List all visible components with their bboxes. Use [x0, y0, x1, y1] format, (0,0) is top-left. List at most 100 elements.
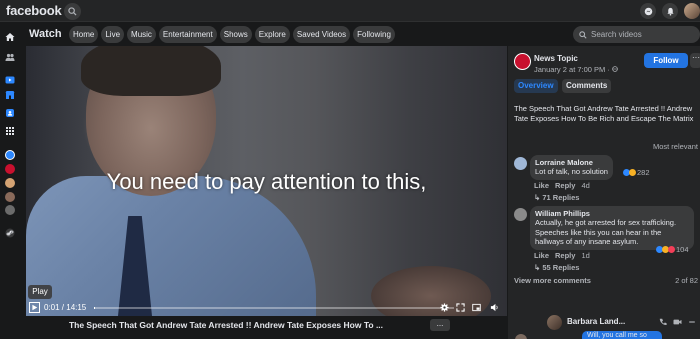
comment-actions: Like Reply 4d — [534, 181, 590, 190]
home-icon[interactable] — [5, 32, 15, 42]
friends-icon[interactable] — [5, 52, 15, 62]
chat-actions — [659, 318, 696, 326]
marketplace-icon[interactable] — [5, 90, 15, 100]
reaction-count: 282 — [637, 168, 650, 177]
chat-contact-name[interactable]: Barbara Land... — [567, 317, 625, 326]
groups-icon[interactable] — [5, 108, 15, 118]
commenter-avatar[interactable] — [514, 157, 527, 170]
post-date: January 2 at 7:00 PM · — [534, 65, 618, 74]
link-icon[interactable] — [5, 228, 15, 238]
comment-bubble: Lorraine Malone Lot of talk, no solution — [530, 155, 613, 180]
commenter-avatar[interactable] — [514, 208, 527, 221]
commenter-name[interactable]: Lorraine Malone — [535, 158, 608, 167]
video-title: The Speech That Got Andrew Tate Arrested… — [68, 320, 384, 330]
nav-saved-videos[interactable]: Saved Videos — [292, 26, 351, 43]
chat-window-header[interactable]: Barbara Land... Will, you call me so — [542, 312, 700, 339]
nav-following[interactable]: Following — [353, 26, 395, 43]
chat-bubble-avatar[interactable] — [515, 334, 527, 339]
view-more-comments-link[interactable]: View more comments — [514, 276, 591, 285]
picture-in-picture-icon[interactable] — [472, 303, 481, 312]
video-time: 0:01 / 14:15 — [44, 303, 87, 312]
play-tooltip: Play — [28, 285, 52, 299]
video-call-icon[interactable] — [673, 318, 682, 326]
commenter-name[interactable]: William Phillips — [535, 209, 689, 218]
search-icon — [68, 7, 77, 16]
angry-reaction-icon — [668, 246, 675, 253]
watch-icon[interactable] — [5, 75, 15, 85]
shortcut-avatar-1[interactable] — [5, 150, 15, 160]
video-details-panel: News Topic January 2 at 7:00 PM · Follow… — [508, 46, 700, 339]
comment-age: 1d — [581, 251, 590, 260]
replies-count: 71 Replies — [542, 193, 580, 202]
reaction-count: 104 — [676, 245, 689, 254]
comment-text: Lot of talk, no solution — [535, 167, 608, 176]
menu-grid-icon[interactable] — [5, 126, 15, 136]
phone-icon[interactable] — [659, 318, 667, 326]
replies-count: 55 Replies — [542, 263, 580, 272]
shortcut-avatar-3[interactable] — [5, 178, 15, 188]
search-videos-box[interactable] — [573, 26, 700, 43]
view-replies-link[interactable]: ↳ 71 Replies — [534, 193, 579, 202]
nav-explore[interactable]: Explore — [254, 26, 290, 43]
video-frame-shirt — [26, 176, 316, 316]
search-videos-input[interactable] — [591, 30, 691, 39]
view-replies-link[interactable]: ↳ 55 Replies — [534, 263, 579, 272]
left-rail — [0, 22, 20, 339]
chat-avatar[interactable] — [547, 315, 562, 330]
video-frame-hair — [81, 46, 221, 96]
reply-link[interactable]: Reply — [555, 251, 575, 260]
play-icon — [32, 304, 38, 311]
search-icon — [579, 30, 587, 39]
comments-count: 2 of 82 — [675, 276, 698, 285]
watch-nav: Home Live Music Entertainment Shows Expl… — [69, 26, 395, 43]
comment-sort-dropdown[interactable]: Most relevant — [653, 142, 698, 151]
chat-message-preview: Will, you call me so — [582, 331, 662, 339]
post-date-text: January 2 at 7:00 PM · — [534, 65, 612, 74]
notifications-button[interactable] — [662, 3, 678, 19]
top-bar: facebook — [0, 0, 700, 22]
minimize-icon[interactable] — [688, 318, 696, 326]
nav-music[interactable]: Music — [127, 26, 156, 43]
fullscreen-icon[interactable] — [456, 303, 465, 312]
video-description: The Speech That Got Andrew Tate Arrested… — [514, 104, 694, 123]
search-button[interactable] — [64, 3, 81, 20]
play-button[interactable] — [29, 302, 40, 313]
profile-avatar[interactable] — [684, 3, 700, 19]
nav-entertainment[interactable]: Entertainment — [158, 26, 217, 43]
nav-shows[interactable]: Shows — [219, 26, 252, 43]
comment-reactions[interactable]: 104 — [656, 245, 689, 254]
globe-icon — [612, 66, 618, 72]
comment-reactions[interactable]: 282 — [623, 168, 650, 177]
shortcut-avatar-5[interactable] — [5, 205, 15, 215]
page-avatar[interactable] — [514, 53, 531, 70]
comment-bubble: William Phillips Actually, he got arrest… — [530, 206, 694, 250]
shortcut-avatar-4[interactable] — [5, 192, 15, 202]
settings-icon[interactable] — [440, 303, 449, 312]
comment-text: Actually, he got arrested for sex traffi… — [535, 218, 677, 246]
facebook-logo[interactable]: facebook — [6, 3, 62, 18]
reply-link[interactable]: Reply — [555, 181, 575, 190]
follow-label: Follow — [653, 56, 679, 65]
page-name[interactable]: News Topic — [534, 54, 578, 63]
tab-overview[interactable]: Overview — [514, 79, 558, 93]
nav-live[interactable]: Live — [101, 26, 125, 43]
page-more-button[interactable]: ··· — [690, 53, 700, 68]
tab-comments[interactable]: Comments — [562, 79, 612, 93]
haha-reaction-icon — [629, 169, 636, 176]
comment-age: 4d — [581, 181, 590, 190]
volume-icon[interactable] — [490, 303, 499, 312]
messenger-icon — [644, 7, 652, 15]
follow-button[interactable]: Follow — [644, 53, 688, 68]
video-progress-bar[interactable] — [94, 307, 454, 309]
like-link[interactable]: Like — [534, 181, 549, 190]
watch-title: Watch — [29, 28, 62, 40]
video-player[interactable]: You need to pay attention to this, — [26, 46, 507, 316]
shortcut-avatar-2[interactable] — [5, 164, 15, 174]
messenger-button[interactable] — [640, 3, 656, 19]
nav-home[interactable]: Home — [69, 26, 99, 43]
comment-actions: Like Reply 1d — [534, 251, 590, 260]
video-subtitle: You need to pay attention to this, — [106, 169, 427, 194]
like-link[interactable]: Like — [534, 251, 549, 260]
video-controls: 0:01 / 14:15 — [26, 300, 507, 316]
video-more-button[interactable]: ... — [430, 319, 450, 331]
